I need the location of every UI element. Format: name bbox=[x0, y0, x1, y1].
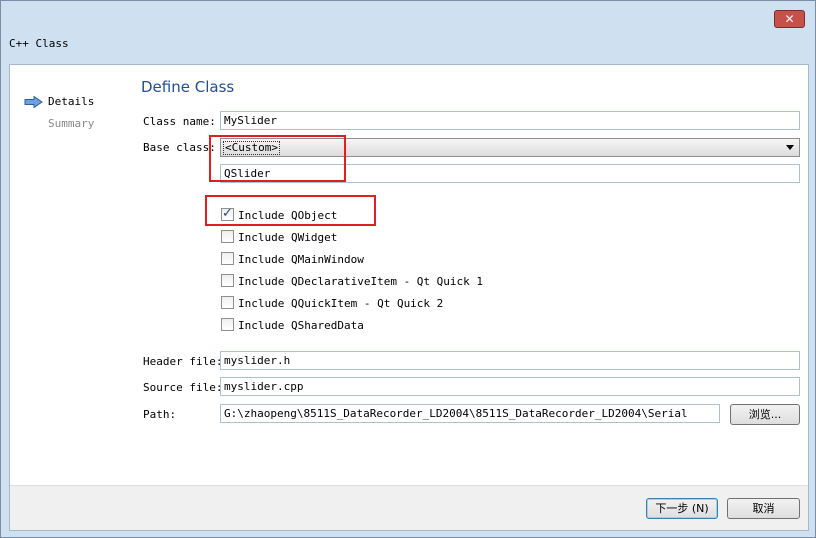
checkbox-box bbox=[221, 230, 234, 243]
checkbox-box bbox=[221, 274, 234, 287]
checkbox-label: Include QWidget bbox=[238, 231, 338, 244]
custom-base-class-input[interactable]: QSlider bbox=[220, 164, 800, 183]
class-name-label: Class name: bbox=[143, 115, 216, 128]
sidebar-item-label: Summary bbox=[48, 117, 95, 130]
checkbox-label: Include QQuickItem - Qt Quick 2 bbox=[238, 297, 444, 310]
close-icon: ✕ bbox=[784, 12, 795, 26]
header-file-input[interactable]: myslider.h bbox=[220, 351, 800, 370]
window-title: C++ Class bbox=[9, 37, 69, 50]
checkbox-box bbox=[221, 318, 234, 331]
checkbox-box bbox=[221, 252, 234, 265]
class-name-input[interactable]: MySlider bbox=[220, 111, 800, 130]
button-bar: 下一步 (N) 取消 bbox=[10, 485, 808, 530]
checkbox-label: Include QObject bbox=[238, 209, 338, 222]
chevron-down-icon bbox=[786, 145, 794, 150]
title-bar[interactable]: C++ Class ✕ bbox=[1, 1, 815, 63]
checkbox-label: Include QDeclarativeItem - Qt Quick 1 bbox=[238, 275, 484, 288]
check-icon: ✓ bbox=[222, 206, 233, 221]
base-class-selected: <Custom> bbox=[223, 141, 280, 155]
base-class-label: Base class: bbox=[143, 141, 216, 154]
checkbox-box bbox=[221, 296, 234, 309]
dialog-window: C++ Class ✕ Details Summary Define Class… bbox=[0, 0, 816, 538]
checkbox-label: Include QMainWindow bbox=[238, 253, 364, 266]
path-input[interactable]: G:\zhaopeng\8511S_DataRecorder_LD2004\85… bbox=[220, 404, 720, 423]
checkbox-box: ✓ bbox=[221, 206, 234, 221]
cancel-button[interactable]: 取消 bbox=[727, 498, 800, 519]
wizard-content: Details Summary Define Class Class name:… bbox=[9, 64, 809, 531]
next-button[interactable]: 下一步 (N) bbox=[646, 498, 718, 519]
arrow-right-icon bbox=[24, 96, 43, 108]
close-button[interactable]: ✕ bbox=[774, 10, 805, 28]
browse-button[interactable]: 浏览... bbox=[730, 404, 800, 425]
header-file-label: Header file: bbox=[143, 355, 223, 368]
sidebar-item-label: Details bbox=[48, 95, 95, 108]
page-title: Define Class bbox=[141, 78, 235, 96]
path-label: Path: bbox=[143, 408, 177, 421]
source-file-input[interactable]: myslider.cpp bbox=[220, 377, 800, 396]
source-file-label: Source file: bbox=[143, 381, 223, 394]
base-class-dropdown[interactable]: <Custom> bbox=[220, 138, 800, 157]
checkbox-label: Include QSharedData bbox=[238, 319, 364, 332]
